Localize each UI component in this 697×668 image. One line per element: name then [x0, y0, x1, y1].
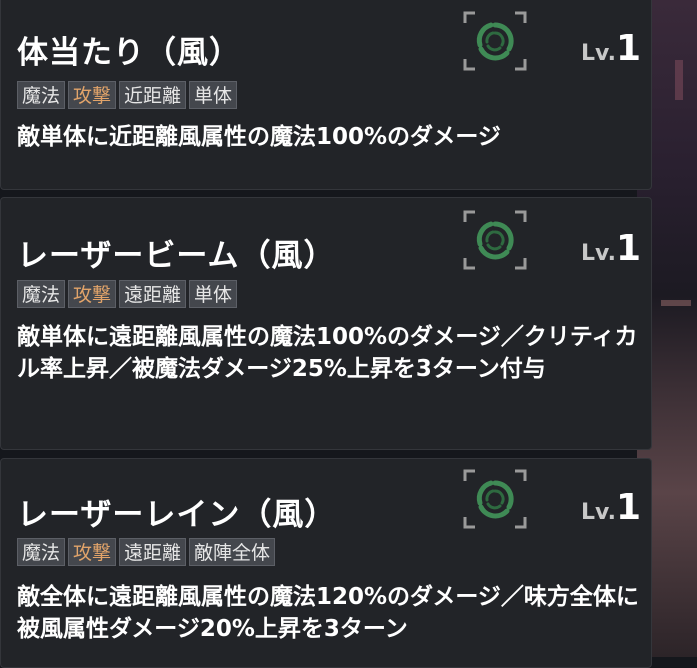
- tag-attack: 攻撃: [68, 81, 117, 109]
- level-prefix: Lv.: [581, 41, 616, 66]
- level-number: 1: [615, 228, 641, 269]
- tag-range: 遠距離: [119, 280, 187, 308]
- level-prefix: Lv.: [581, 500, 616, 525]
- background-light: [675, 60, 683, 100]
- tag-magic: 魔法: [17, 280, 66, 308]
- skill-card[interactable]: レーザーレイン（風） 魔法 攻撃 遠距離 敵陣全体 敵全体に遠距離風属性の魔法1…: [0, 458, 652, 668]
- tag-attack: 攻撃: [68, 538, 117, 566]
- skill-tags: 魔法 攻撃 遠距離 敵陣全体: [17, 538, 276, 566]
- skill-name: レーザービーム（風）: [17, 238, 336, 274]
- wind-element-icon: [463, 210, 527, 270]
- level-number: 1: [615, 28, 641, 69]
- skill-name: 体当たり（風）: [17, 35, 241, 71]
- level-prefix: Lv.: [581, 241, 616, 266]
- wind-element-icon: [463, 469, 527, 529]
- tag-target: 単体: [189, 81, 238, 109]
- skill-name: レーザーレイン（風）: [17, 497, 337, 533]
- skill-description: 敵単体に近距離風属性の魔法100%のダメージ: [17, 124, 501, 150]
- skill-tags: 魔法 攻撃 近距離 単体: [17, 81, 238, 109]
- tag-range: 近距離: [119, 81, 187, 109]
- level-number: 1: [615, 487, 641, 528]
- skill-level: Lv.1: [581, 228, 641, 269]
- background-light: [661, 300, 691, 306]
- skill-tags: 魔法 攻撃 遠距離 単体: [17, 280, 238, 308]
- tag-target: 敵陣全体: [189, 538, 276, 566]
- wind-element-icon: [463, 11, 527, 71]
- tag-target: 単体: [189, 280, 238, 308]
- skill-level: Lv.1: [581, 487, 641, 528]
- skill-card[interactable]: レーザービーム（風） 魔法 攻撃 遠距離 単体 敵単体に遠距離風属性の魔法100…: [0, 197, 652, 450]
- tag-magic: 魔法: [17, 81, 66, 109]
- tag-attack: 攻撃: [68, 280, 117, 308]
- skill-description: 敵全体に遠距離風属性の魔法120%のダメージ／味方全体に被風属性ダメージ20%上…: [17, 584, 639, 642]
- skill-card[interactable]: 体当たり（風） 魔法 攻撃 近距離 単体 敵単体に近距離風属性の魔法100%のダ…: [0, 0, 652, 190]
- tag-magic: 魔法: [17, 538, 66, 566]
- tag-range: 遠距離: [119, 538, 187, 566]
- skill-level: Lv.1: [581, 28, 641, 69]
- skill-description: 敵単体に遠距離風属性の魔法100%のダメージ／クリティカル率上昇／被魔法ダメージ…: [17, 324, 638, 382]
